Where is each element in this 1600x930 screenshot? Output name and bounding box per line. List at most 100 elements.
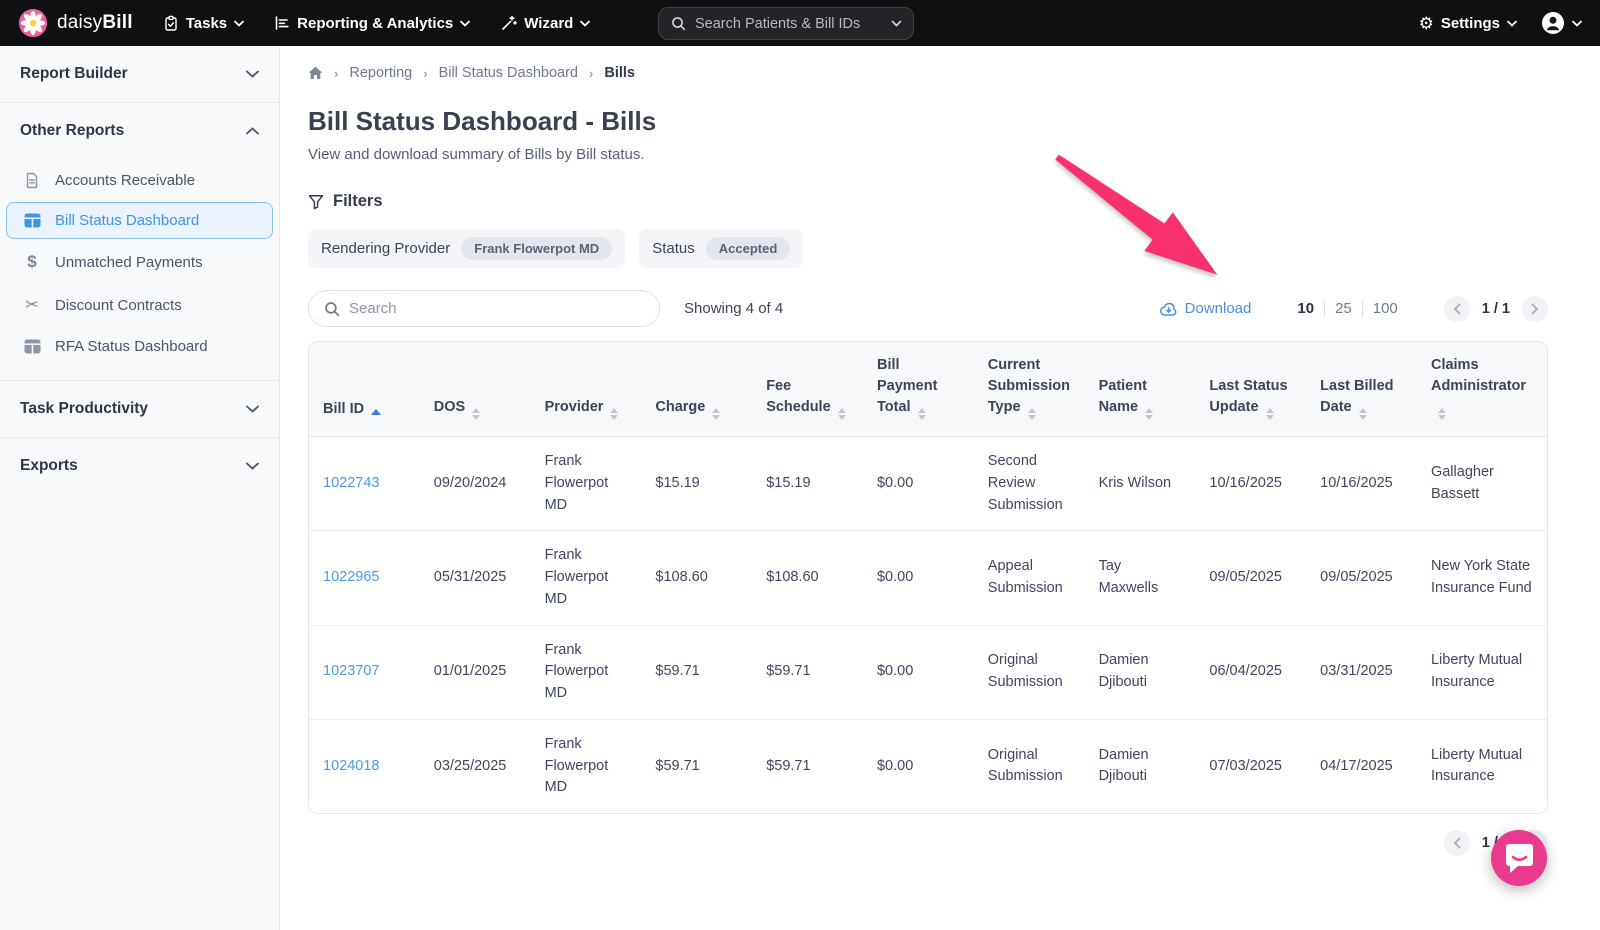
reports-sidebar: Report Builder Other Reports	[0, 46, 280, 930]
document-icon	[22, 172, 42, 189]
cloud-download-icon	[1159, 301, 1178, 317]
cell-patient-name: Tay Maxwells	[1085, 531, 1196, 625]
table-grid-icon	[22, 213, 42, 228]
filter-chip-status[interactable]: Status Accepted	[639, 229, 803, 268]
cell-charge: $15.19	[641, 437, 752, 531]
cell-last-billed-date: 09/05/2025	[1306, 531, 1417, 625]
sidebar-item-discount-contracts[interactable]: ✂ Discount Contracts	[6, 285, 273, 325]
page-size-100[interactable]: 100	[1363, 300, 1408, 317]
column-header-current-submission-type[interactable]: Current Submission Type	[974, 342, 1085, 437]
sidebar-item-label: RFA Status Dashboard	[55, 338, 208, 355]
sidebar-section-other-reports[interactable]: Other Reports	[0, 103, 279, 159]
bill-id-link[interactable]: 1023707	[323, 663, 379, 679]
next-page-button[interactable]	[1522, 296, 1548, 322]
global-search-input[interactable]	[695, 16, 882, 32]
cell-last-billed-date: 04/17/2025	[1306, 719, 1417, 813]
sort-icon	[712, 408, 720, 420]
column-header-bill-payment-total[interactable]: Bill Payment Total	[863, 342, 974, 437]
table-row: 1024018 03/25/2025 Frank Flowerpot MD $5…	[309, 719, 1547, 813]
table-header-row: Bill ID DOS Provider Charge Fee Schedule…	[309, 342, 1547, 437]
sidebar-item-unmatched-payments[interactable]: $ Unmatched Payments	[6, 242, 273, 282]
column-header-bill-id[interactable]: Bill ID	[309, 342, 420, 437]
cell-claims-administrator: Liberty Mutual Insurance	[1417, 719, 1547, 813]
filter-chip-value[interactable]: Accepted	[706, 237, 791, 260]
cell-last-status-update: 09/05/2025	[1195, 531, 1306, 625]
sidebar-section-exports[interactable]: Exports	[0, 438, 279, 494]
sidebar-item-label: Unmatched Payments	[55, 254, 203, 271]
chat-widget-button[interactable]	[1491, 830, 1547, 886]
nav-wizard[interactable]: Wizard	[500, 15, 590, 32]
home-icon[interactable]	[308, 66, 323, 80]
breadcrumb-link-bill-status-dashboard[interactable]: Bill Status Dashboard	[439, 65, 578, 81]
table-search[interactable]	[308, 290, 660, 327]
cell-last-status-update: 07/03/2025	[1195, 719, 1306, 813]
nav-reporting-label: Reporting & Analytics	[297, 15, 453, 32]
breadcrumb-link-reporting[interactable]: Reporting	[349, 65, 412, 81]
column-header-last-billed-date[interactable]: Last Billed Date	[1306, 342, 1417, 437]
cell-provider: Frank Flowerpot MD	[531, 719, 642, 813]
cell-current-submission-type: Second Review Submission	[974, 437, 1085, 531]
section-label: Report Builder	[20, 65, 128, 83]
column-header-fee-schedule[interactable]: Fee Schedule	[752, 342, 863, 437]
filter-chip-label: Rendering Provider	[321, 240, 450, 257]
column-header-last-status-update[interactable]: Last Status Update	[1195, 342, 1306, 437]
cell-last-billed-date: 10/16/2025	[1306, 437, 1417, 531]
cell-dos: 09/20/2024	[420, 437, 531, 531]
table-search-input[interactable]	[349, 300, 644, 317]
account-menu[interactable]	[1541, 11, 1582, 35]
download-button[interactable]: Download	[1159, 300, 1252, 317]
sidebar-item-label: Accounts Receivable	[55, 172, 195, 189]
cell-dos: 05/31/2025	[420, 531, 531, 625]
cell-bill-payment-total: $0.00	[863, 719, 974, 813]
table-row: 1023707 01/01/2025 Frank Flowerpot MD $5…	[309, 625, 1547, 719]
bill-id-link[interactable]: 1022743	[323, 475, 379, 491]
column-header-provider[interactable]: Provider	[531, 342, 642, 437]
cell-fee-schedule: $59.71	[752, 719, 863, 813]
sidebar-item-accounts-receivable[interactable]: Accounts Receivable	[6, 162, 273, 199]
filter-chip-value[interactable]: Frank Flowerpot MD	[461, 237, 612, 260]
column-header-charge[interactable]: Charge	[641, 342, 752, 437]
cell-claims-administrator: Liberty Mutual Insurance	[1417, 625, 1547, 719]
cell-claims-administrator: Gallagher Bassett	[1417, 437, 1547, 531]
sidebar-item-bill-status-dashboard[interactable]: Bill Status Dashboard	[6, 202, 273, 239]
nav-reporting-analytics[interactable]: Reporting & Analytics	[274, 15, 470, 32]
settings-menu[interactable]: ⚙ Settings	[1419, 15, 1517, 32]
column-header-dos[interactable]: DOS	[420, 342, 531, 437]
cell-bill-payment-total: $0.00	[863, 437, 974, 531]
cell-dos: 01/01/2025	[420, 625, 531, 719]
page-size-25[interactable]: 25	[1325, 300, 1362, 317]
nav-tasks[interactable]: Tasks	[163, 15, 244, 32]
previous-page-button[interactable]	[1444, 296, 1470, 322]
daisybill-logo[interactable]: daisyBill	[18, 8, 133, 38]
cell-fee-schedule: $108.60	[752, 531, 863, 625]
cell-patient-name: Damien Djibouti	[1085, 625, 1196, 719]
global-search[interactable]	[658, 7, 914, 40]
sidebar-section-task-productivity[interactable]: Task Productivity	[0, 381, 279, 437]
cell-claims-administrator: New York State Insurance Fund	[1417, 531, 1547, 625]
column-header-claims-administrator[interactable]: Claims Administrator	[1417, 342, 1547, 437]
section-label: Exports	[20, 457, 78, 475]
page-size-10[interactable]: 10	[1287, 300, 1324, 317]
magic-wand-icon	[500, 15, 517, 32]
cell-dos: 03/25/2025	[420, 719, 531, 813]
dollar-icon: $	[22, 252, 42, 272]
nav-wizard-label: Wizard	[524, 15, 573, 32]
sidebar-section-report-builder[interactable]: Report Builder	[0, 46, 279, 102]
bill-id-link[interactable]: 1022965	[323, 569, 379, 585]
table-row: 1022743 09/20/2024 Frank Flowerpot MD $1…	[309, 437, 1547, 531]
bill-id-link[interactable]: 1024018	[323, 758, 379, 774]
filter-chip-rendering-provider[interactable]: Rendering Provider Frank Flowerpot MD	[308, 229, 625, 268]
bar-chart-icon	[274, 15, 290, 31]
breadcrumb-separator: ›	[334, 66, 338, 81]
sidebar-item-rfa-status-dashboard[interactable]: RFA Status Dashboard	[6, 328, 273, 365]
bills-table: Bill ID DOS Provider Charge Fee Schedule…	[309, 342, 1547, 813]
page-subtitle: View and download summary of Bills by Bi…	[308, 146, 1548, 163]
previous-page-button[interactable]	[1444, 830, 1470, 856]
chevron-down-icon[interactable]	[891, 20, 902, 27]
sidebar-item-label: Bill Status Dashboard	[55, 212, 199, 229]
sort-icon	[610, 408, 618, 420]
page-title: Bill Status Dashboard - Bills	[308, 106, 1548, 137]
cell-fee-schedule: $15.19	[752, 437, 863, 531]
chevron-down-icon	[246, 457, 259, 475]
column-header-patient-name[interactable]: Patient Name	[1085, 342, 1196, 437]
